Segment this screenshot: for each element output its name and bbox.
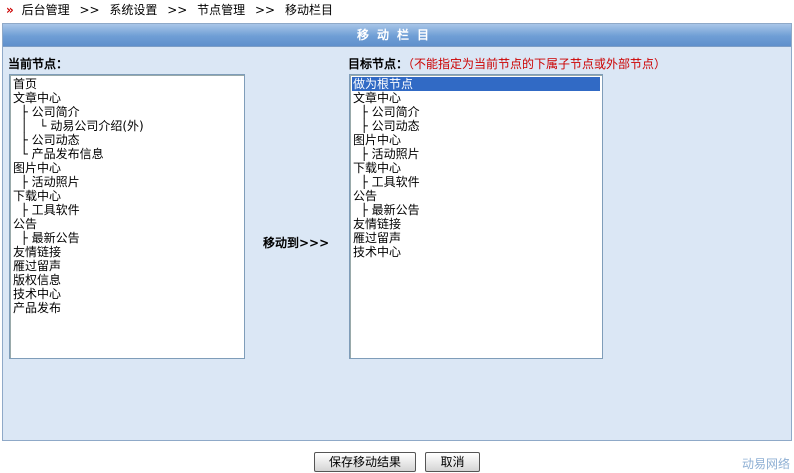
breadcrumb-arrow-icon: » bbox=[6, 3, 14, 17]
current-node-option[interactable]: 公告 bbox=[12, 217, 242, 231]
target-node-label: 目标节点： bbox=[348, 57, 409, 71]
current-node-option[interactable]: └ 产品发布信息 bbox=[12, 147, 242, 161]
target-node-option[interactable]: 文章中心 bbox=[352, 91, 600, 105]
panel-title: 移动栏目 bbox=[3, 24, 791, 47]
target-node-option[interactable]: 下载中心 bbox=[352, 161, 600, 175]
current-node-option[interactable]: 图片中心 bbox=[12, 161, 242, 175]
current-node-option[interactable]: 友情链接 bbox=[12, 245, 242, 259]
target-node-option[interactable]: ├ 最新公告 bbox=[352, 203, 600, 217]
target-node-warning: （不能指定为当前节点的下属子节点或外部节点） bbox=[408, 57, 667, 71]
target-node-label-group: 目标节点：（不能指定为当前节点的下属子节点或外部节点） bbox=[348, 55, 666, 72]
target-node-option[interactable]: ├ 公司动态 bbox=[352, 119, 600, 133]
current-node-option[interactable]: 产品发布 bbox=[12, 301, 242, 315]
target-node-option[interactable]: ├ 活动照片 bbox=[352, 147, 600, 161]
current-node-option[interactable]: 雁过留声 bbox=[12, 259, 242, 273]
current-node-option[interactable]: ├ 公司动态 bbox=[12, 133, 242, 147]
footer-brand: 动易网络 bbox=[741, 457, 790, 471]
breadcrumb-separator: >> bbox=[79, 3, 100, 17]
current-node-listbox[interactable]: 首页 文章中心 ├ 公司简介 │ └ 动易公司介绍(外) ├ 公司动态 └ 产品发… bbox=[9, 74, 245, 359]
target-node-option[interactable]: ├ 公司简介 bbox=[352, 105, 600, 119]
target-node-option[interactable]: 图片中心 bbox=[352, 133, 600, 147]
move-to-label: 移动到>>> bbox=[263, 236, 330, 250]
current-node-option[interactable]: ├ 活动照片 bbox=[12, 175, 242, 189]
cancel-button[interactable]: 取消 bbox=[425, 452, 480, 472]
current-node-option[interactable]: 下载中心 bbox=[12, 189, 242, 203]
current-node-option[interactable]: 版权信息 bbox=[12, 273, 242, 287]
current-node-label: 当前节点： bbox=[8, 57, 69, 71]
breadcrumb-separator: >> bbox=[167, 3, 188, 17]
target-node-option[interactable]: 友情链接 bbox=[352, 217, 600, 231]
breadcrumb-separator: >> bbox=[255, 3, 276, 17]
current-node-option[interactable]: 首页 bbox=[12, 77, 242, 91]
breadcrumb-item-admin[interactable]: 后台管理 bbox=[22, 3, 70, 17]
breadcrumb-item-nodes[interactable]: 节点管理 bbox=[197, 3, 245, 17]
current-node-option[interactable]: │ └ 动易公司介绍(外) bbox=[12, 119, 242, 133]
target-node-option[interactable]: 雁过留声 bbox=[352, 231, 600, 245]
target-node-option[interactable]: 公告 bbox=[352, 189, 600, 203]
current-node-option[interactable]: ├ 最新公告 bbox=[12, 231, 242, 245]
breadcrumb-item-settings[interactable]: 系统设置 bbox=[109, 3, 157, 17]
target-node-listbox[interactable]: 做为根节点 文章中心 ├ 公司简介 ├ 公司动态 图片中心 ├ 活动照片 下载中心 ├… bbox=[349, 74, 603, 359]
target-node-option[interactable]: 技术中心 bbox=[352, 245, 600, 259]
target-node-option[interactable]: ├ 工具软件 bbox=[352, 175, 600, 189]
current-node-option[interactable]: ├ 公司简介 bbox=[12, 105, 242, 119]
breadcrumb-item-move: 移动栏目 bbox=[284, 3, 333, 17]
current-node-option[interactable]: 文章中心 bbox=[12, 91, 242, 105]
breadcrumb: » 后台管理 >> 系统设置 >> 节点管理 >> 移动栏目 bbox=[0, 0, 794, 22]
current-node-option[interactable]: ├ 工具软件 bbox=[12, 203, 242, 217]
current-node-option[interactable]: 技术中心 bbox=[12, 287, 242, 301]
target-node-option[interactable]: 做为根节点 bbox=[352, 77, 600, 91]
save-move-button[interactable]: 保存移动结果 bbox=[314, 452, 416, 472]
